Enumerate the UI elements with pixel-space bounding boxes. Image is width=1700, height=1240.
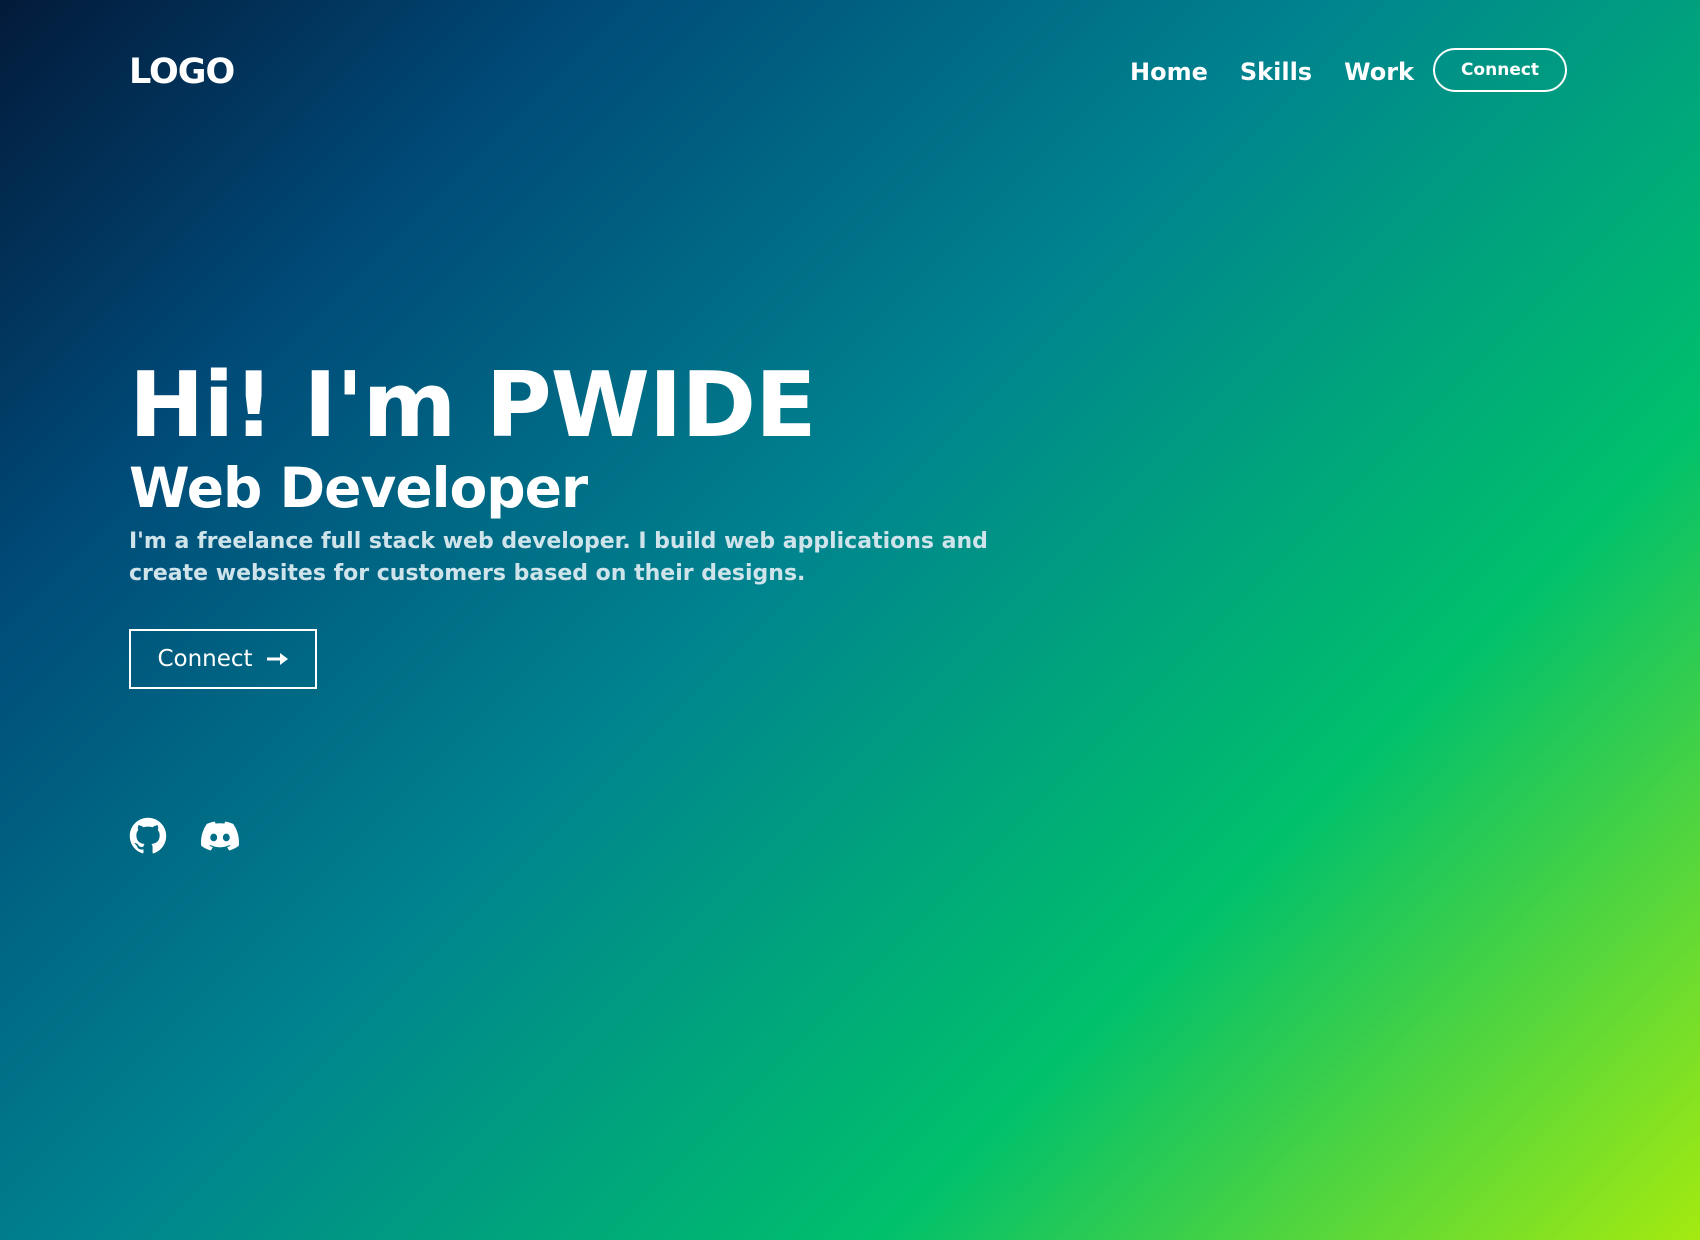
arrow-right-icon (266, 652, 289, 666)
github-icon[interactable] (129, 817, 167, 855)
hero-title: Hi! I'm PWIDE (129, 353, 817, 458)
nav-link-home[interactable]: Home (1130, 52, 1208, 92)
nav-links: Home Skills Work (1130, 52, 1414, 92)
hero-description: I'm a freelance full stack web developer… (129, 529, 988, 586)
nav-connect-button[interactable]: Connect (1433, 48, 1567, 92)
logo[interactable]: LOGO (129, 48, 235, 96)
hero-subtitle: Web Developer (129, 456, 588, 520)
hero-section: Hi! I'm PWIDE Web Developer I'm a freela… (129, 356, 1029, 590)
hero-connect-button[interactable]: Connect (129, 629, 317, 689)
hero-connect-label: Connect (157, 646, 253, 672)
navbar: LOGO Home Skills Work Connect (0, 0, 1700, 145)
nav-link-work[interactable]: Work (1344, 52, 1414, 92)
nav-link-skills[interactable]: Skills (1240, 52, 1312, 92)
discord-icon[interactable] (201, 817, 239, 855)
social-links (129, 817, 239, 855)
